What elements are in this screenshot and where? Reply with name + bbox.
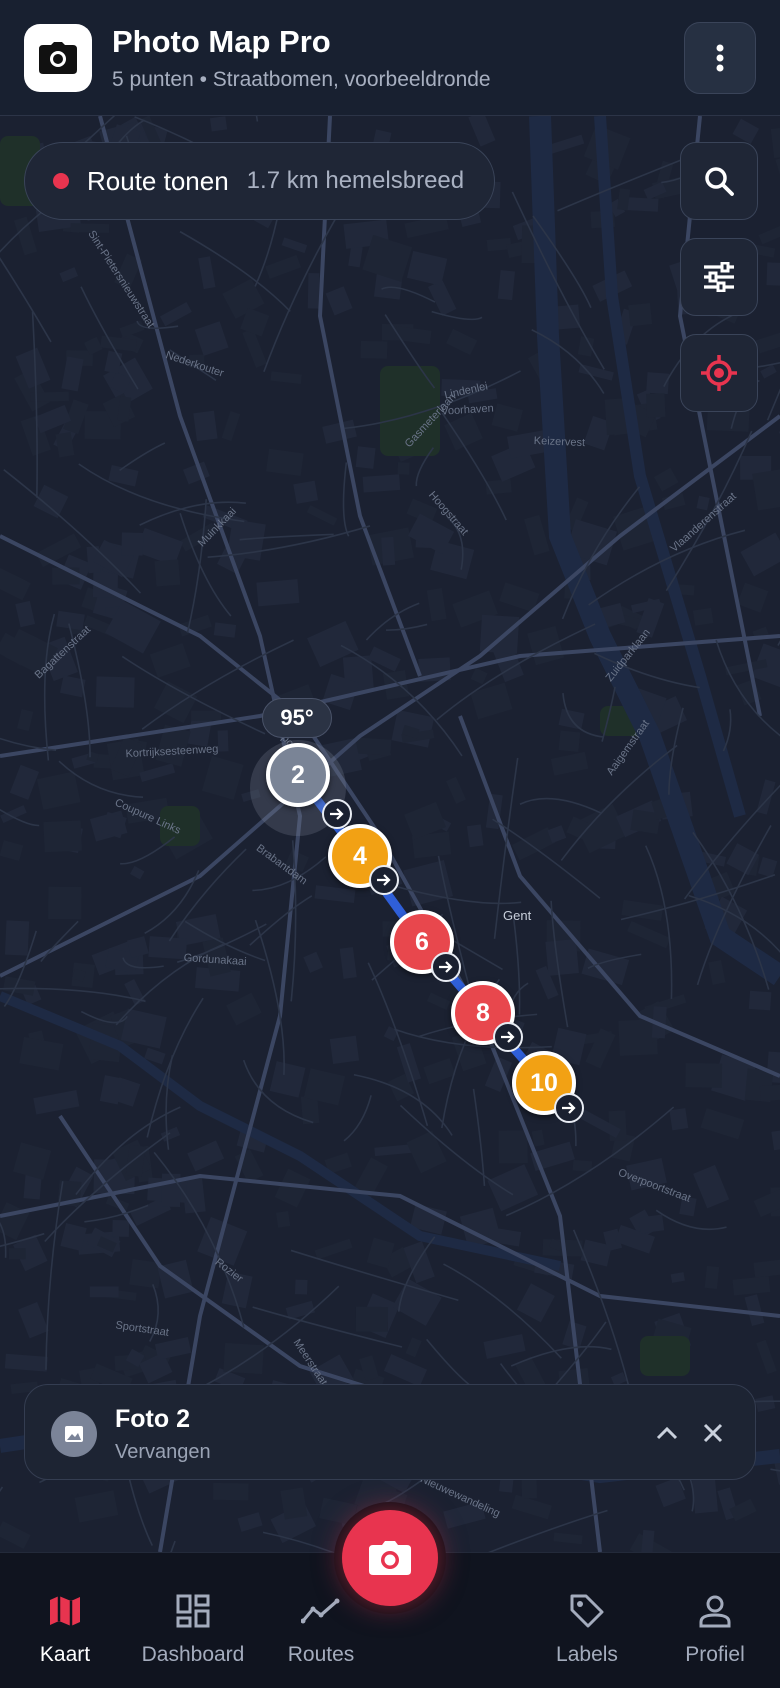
filter-button[interactable] (680, 238, 758, 316)
route-toggle[interactable]: Route tonen 1.7 km hemelsbreed (24, 142, 496, 220)
nav-profiel[interactable]: Profiel (650, 1589, 780, 1667)
close-button[interactable] (693, 1413, 733, 1453)
map-view[interactable]: Meerstraat Sint-Pietersnieuwstraat Overpoo… (0, 116, 780, 1552)
marker-number: 8 (476, 998, 490, 1027)
nav-label: Dashboard (141, 1643, 245, 1666)
nav-label: Kaart (39, 1643, 91, 1666)
capture-photo-button[interactable] (334, 1502, 446, 1614)
my-location-icon (701, 355, 737, 391)
image-icon (51, 1411, 97, 1457)
map-icon (0, 1589, 130, 1633)
route-status-dot (53, 173, 69, 189)
photo-status: Vervangen (115, 1441, 211, 1463)
nav-label: Labels (556, 1643, 618, 1666)
route-label: Route tonen (87, 165, 229, 196)
expand-button[interactable] (647, 1413, 687, 1453)
map-streets: MeerstraatSint-PietersnieuwstraatOverpoo… (0, 116, 780, 1552)
nav-labels[interactable]: Labels (522, 1589, 652, 1667)
arrow-right-icon (554, 1093, 584, 1123)
heading-badge: 95° (262, 698, 332, 738)
close-icon (703, 1423, 723, 1443)
city-label: Gent (503, 908, 532, 923)
route-distance: 1.7 km hemelsbreed (246, 167, 465, 194)
arrow-right-icon (322, 799, 352, 829)
tune-sliders-icon (704, 262, 734, 292)
locate-button[interactable] (680, 334, 758, 412)
tag-icon (522, 1589, 652, 1633)
app-title: Photo Map Pro (112, 24, 331, 59)
search-icon (705, 167, 734, 196)
camera-logo-icon (24, 24, 92, 92)
chevron-up-icon (656, 1426, 678, 1440)
dashboard-icon (128, 1589, 258, 1633)
marker-number: 4 (353, 841, 367, 870)
more-menu-button[interactable] (684, 22, 756, 94)
marker-number: 10 (530, 1068, 558, 1097)
arrow-right-icon (493, 1022, 523, 1052)
arrow-right-icon (431, 952, 461, 982)
camera-icon (342, 1510, 438, 1606)
user-icon (650, 1589, 780, 1633)
photo-title: Foto 2 (115, 1405, 190, 1433)
nav-label: Profiel (685, 1643, 745, 1666)
app-header: Photo Map Pro 5 punten • Straatbomen, vo… (0, 0, 780, 116)
arrow-right-icon (369, 865, 399, 895)
app-subtitle: 5 punten • Straatbomen, voorbeeldronde (112, 68, 491, 91)
more-vertical-icon (716, 44, 724, 72)
nav-label: Routes (287, 1643, 355, 1666)
nav-dashboard[interactable]: Dashboard (128, 1589, 258, 1667)
selected-photo-card[interactable]: Foto 2 Vervangen (24, 1384, 756, 1480)
nav-kaart[interactable]: Kaart (0, 1589, 130, 1667)
map-marker[interactable]: 2 (266, 743, 330, 807)
marker-number: 6 (415, 927, 429, 956)
marker-number: 2 (291, 760, 305, 789)
street-label: Keizervest (534, 435, 586, 449)
search-button[interactable] (680, 142, 758, 220)
